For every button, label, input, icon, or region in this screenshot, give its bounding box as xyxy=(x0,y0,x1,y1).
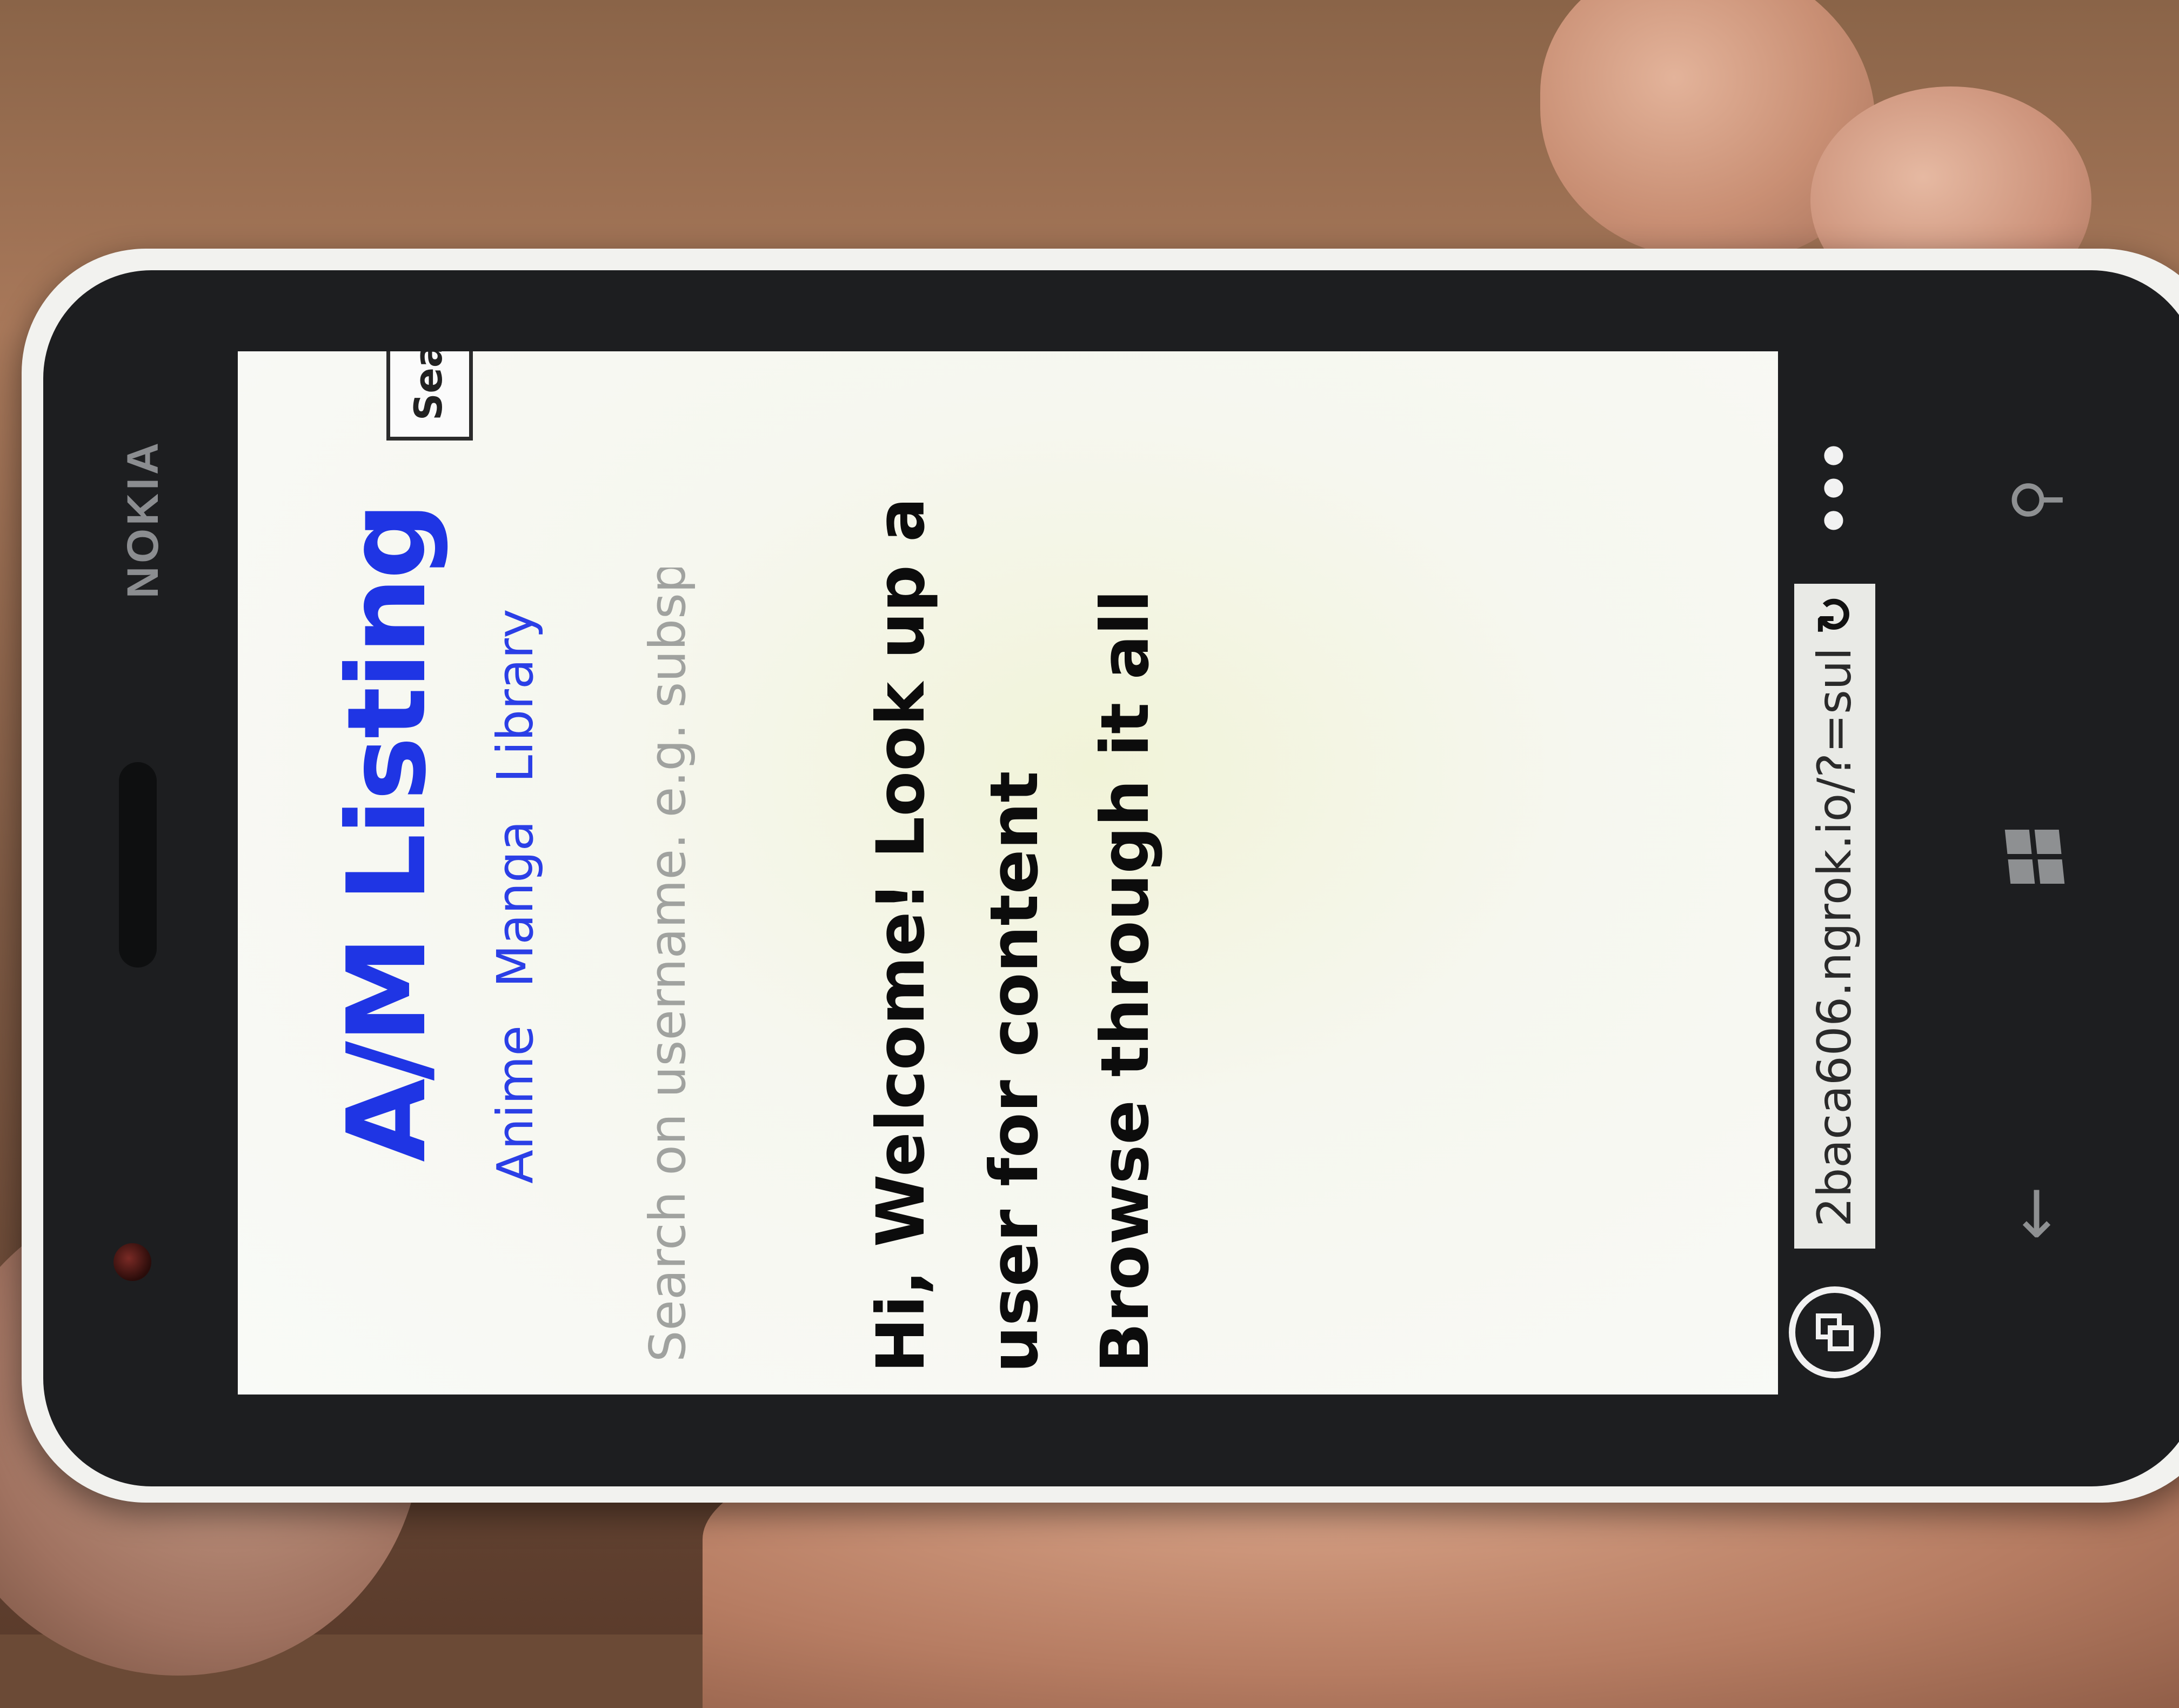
search-icon: ⚲ xyxy=(2000,478,2069,522)
nav-library[interactable]: Library xyxy=(486,609,544,783)
earpiece xyxy=(119,762,157,968)
ellipsis-icon: ••• xyxy=(1803,441,1867,538)
tabs-icon xyxy=(1816,1313,1854,1351)
hardware-search-button[interactable]: ⚲ xyxy=(1994,459,2075,541)
hardware-start-button[interactable] xyxy=(1994,816,2075,897)
hardware-back-button[interactable]: ← xyxy=(1994,1173,2075,1254)
tabs-button[interactable] xyxy=(1789,1286,1881,1378)
browse-heading: Browse through it all xyxy=(1087,590,1164,1373)
username-search-input[interactable] xyxy=(627,568,708,1362)
site-title[interactable]: A/M Listing xyxy=(324,504,450,1162)
back-arrow-icon: ← xyxy=(1997,1186,2073,1241)
nav-manga[interactable]: Manga xyxy=(486,820,544,988)
windows-icon xyxy=(2004,830,2065,884)
web-page: A/M Listing Anime Manga Library Search H… xyxy=(238,351,1794,1395)
browser-bar: 2baca606.ngrok.io/?=sul ↻ ••• xyxy=(1778,351,1902,1395)
address-url: 2baca606.ngrok.io/?=sul xyxy=(1808,647,1862,1227)
photo-background: NOKIA ⚲ ← A/M Listing Anime Manga Librar… xyxy=(0,0,2179,1708)
more-options-button[interactable]: ••• xyxy=(1794,441,1875,538)
welcome-heading: Hi, Welcome! Look up a user for content xyxy=(862,497,1053,1373)
brand-logo: NOKIA xyxy=(118,439,168,599)
phone-screen: A/M Listing Anime Manga Library Search H… xyxy=(238,351,1794,1395)
address-bar[interactable]: 2baca606.ngrok.io/?=sul ↻ xyxy=(1794,584,1875,1249)
nav-anime[interactable]: Anime xyxy=(486,1025,544,1184)
search-button[interactable]: Search xyxy=(386,351,473,441)
site-nav: Anime Manga Library xyxy=(486,609,544,1184)
front-camera xyxy=(113,1243,151,1281)
refresh-icon[interactable]: ↻ xyxy=(1807,595,1863,635)
